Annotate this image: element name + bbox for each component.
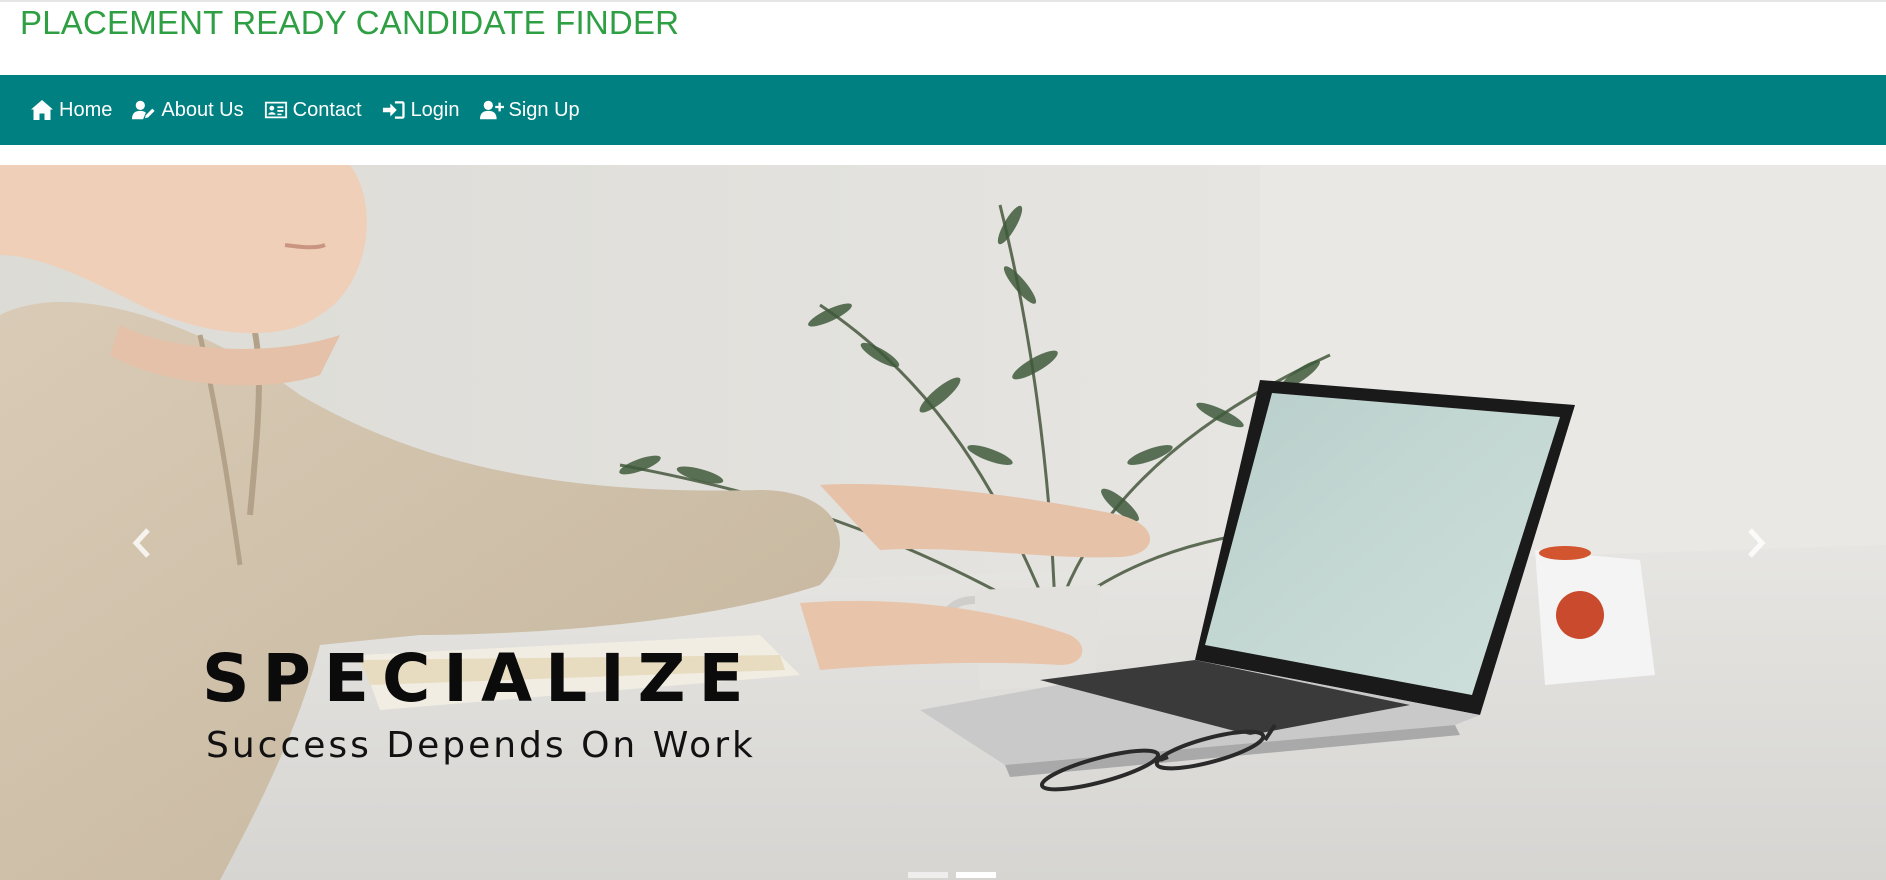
nav-item-about-us[interactable]: About Us [132,98,244,122]
hero-caption-subtitle: Success Depends On Work [206,725,756,766]
nav-label-login: Login [410,98,460,121]
address-card-icon [264,99,288,121]
hero-carousel: SPECIALIZE Success Depends On Work [0,165,1886,880]
top-divider [0,0,1886,2]
nav-item-home[interactable]: Home [30,99,112,122]
hero-caption-title: SPECIALIZE [202,640,757,717]
carousel-next-button[interactable] [1726,515,1786,575]
nav-label-sign-up: Sign Up [508,98,580,121]
nav-menu: Home About Us Contact Login Sign Up [30,99,580,122]
main-navbar: Home About Us Contact Login Sign Up [0,75,1886,145]
carousel-prev-button[interactable] [112,515,172,575]
home-icon [30,99,54,121]
carousel-indicator[interactable] [908,872,948,878]
carousel-indicator-active[interactable] [956,872,996,878]
nav-item-sign-up[interactable]: Sign Up [479,98,580,122]
chevron-right-icon [1745,527,1767,563]
carousel-indicators [908,872,996,878]
site-title: PLACEMENT READY CANDIDATE FINDER [20,4,680,41]
nav-label-about-us: About Us [161,98,244,121]
nav-label-contact: Contact [292,98,362,121]
hero-photo [0,165,1886,880]
nav-item-contact[interactable]: Contact [264,99,362,122]
nav-label-home: Home [59,98,113,121]
user-edit-icon [132,99,156,121]
chevron-left-icon [131,527,153,563]
user-plus-icon [479,99,504,121]
sign-in-icon [382,99,406,121]
nav-item-login[interactable]: Login [382,99,460,122]
